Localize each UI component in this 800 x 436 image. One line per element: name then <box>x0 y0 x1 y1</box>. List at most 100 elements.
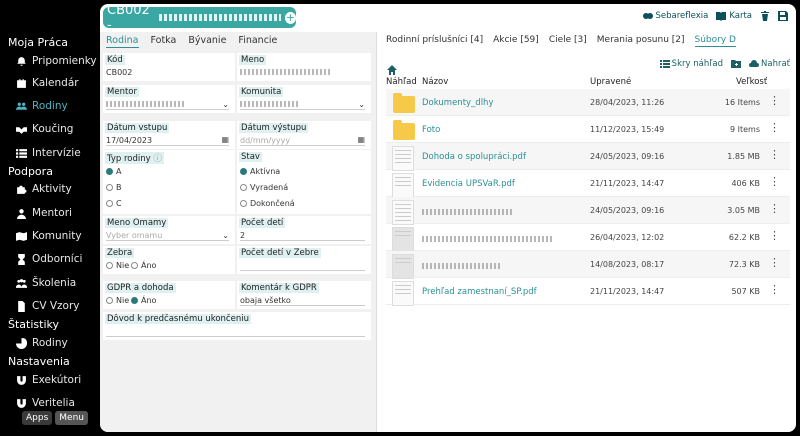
field-underline <box>240 145 365 146</box>
more-vert-icon[interactable]: ⋮ <box>769 122 780 133</box>
file-name[interactable]: Dokumenty_dlhy <box>422 98 493 108</box>
tab-rodina[interactable]: Rodina <box>106 35 139 48</box>
map-icon <box>16 231 27 241</box>
sidebar-item-exekutori[interactable]: Exekútori <box>16 374 81 386</box>
tab-byvanie[interactable]: Bývanie <box>188 35 226 48</box>
upload-button[interactable]: Nahrať <box>749 59 790 69</box>
more-vert-icon[interactable]: ⋮ <box>769 284 780 295</box>
sidebar-item-cv-vzory[interactable]: CV Vzory <box>16 300 80 312</box>
save-button[interactable] <box>778 11 788 21</box>
file-modified: 11/12/2023, 15:49 <box>590 125 665 134</box>
file-row[interactable]: Dokumenty_dlhy 28/04/2023, 11:26 16 Item… <box>386 89 790 116</box>
file-row[interactable]: Foto 11/12/2023, 15:49 9 Items ⋮ <box>386 116 790 143</box>
menu-button[interactable]: Menu <box>55 411 88 425</box>
gdpr-ano[interactable]: Áno <box>131 296 156 305</box>
col-upravene[interactable]: Upravené <box>590 77 631 87</box>
tab-subory[interactable]: Súbory D <box>694 35 736 47</box>
calendar-icon[interactable]: ▦ <box>221 135 229 144</box>
sidebar-item-aktivity[interactable]: Aktivity <box>16 183 72 195</box>
upload-label: Nahrať <box>761 59 790 69</box>
file-name-redacted[interactable] <box>422 208 512 218</box>
zebra-group: Zebra Nie Áno <box>103 246 235 274</box>
komentar-gdpr-field[interactable]: Komentár k GDPR obaja všetko <box>237 281 371 309</box>
file-row[interactable]: 24/05/2023, 09:16 3.05 MB ⋮ <box>386 197 790 225</box>
pdf-thumbnail <box>388 199 414 225</box>
gdpr-nie[interactable]: Nie <box>106 296 129 305</box>
col-velkost[interactable]: Veľkosť <box>736 77 767 87</box>
sidebar-item-intervizie[interactable]: Intervízie <box>16 147 81 159</box>
tab-akcie[interactable]: Akcie [59] <box>493 35 539 47</box>
file-name-redacted[interactable] <box>422 262 502 272</box>
pocet-deti-zebre-field[interactable]: Počet detí v Zebre <box>237 246 371 274</box>
tab-financie[interactable]: Financie <box>238 35 277 48</box>
sidebar-item-veritelia[interactable]: Veritelia <box>16 397 75 409</box>
datum-vystupu-field[interactable]: Dátum výstupu dd/mm/yyyy ▦ <box>237 121 371 149</box>
typ-rodiny-b[interactable]: B <box>106 183 122 192</box>
more-vert-icon[interactable]: ⋮ <box>769 203 780 214</box>
more-vert-icon[interactable]: ⋮ <box>769 95 780 106</box>
typ-rodiny-a[interactable]: A <box>106 167 121 176</box>
sidebar-item-pripomienky[interactable]: Pripomienky <box>16 55 97 67</box>
apps-button[interactable]: Apps <box>22 411 53 425</box>
save-icon <box>778 11 788 21</box>
sidebar-item-komunity[interactable]: Komunity <box>16 230 82 242</box>
users-icon <box>16 278 27 288</box>
sidebar-item-statistiky-rodiny[interactable]: Rodiny <box>16 337 68 349</box>
file-row[interactable]: Prehľad zamestnaní_SP.pdf 21/11/2023, 14… <box>386 278 790 306</box>
toggle-preview-button[interactable]: Skry náhľad <box>659 59 723 69</box>
file-row[interactable]: Evidencia UPSVaR.pdf 21/11/2023, 14:47 4… <box>386 170 790 198</box>
file-name-redacted[interactable] <box>422 235 552 245</box>
sidebar-item-odbornici[interactable]: Odborníci <box>16 253 82 265</box>
more-vert-icon[interactable]: ⋮ <box>769 176 780 187</box>
tab-fotka[interactable]: Fotka <box>151 35 177 48</box>
file-row[interactable]: Dohoda o spolupráci.pdf 24/05/2023, 09:1… <box>386 143 790 171</box>
zebra-ano[interactable]: Áno <box>131 261 156 270</box>
sebareflexia-button[interactable]: Sebareflexia <box>642 11 708 21</box>
stav-aktivna[interactable]: Aktívna <box>240 167 280 176</box>
sidebar-item-label: Aktivity <box>32 183 72 195</box>
home-icon[interactable] <box>387 60 397 75</box>
sidebar-item-label: Odborníci <box>32 253 83 265</box>
col-nahlad[interactable]: Náhľad <box>386 77 417 87</box>
zebra-nie[interactable]: Nie <box>106 261 129 270</box>
more-vert-icon[interactable]: ⋮ <box>769 257 780 268</box>
sidebar-item-rodiny[interactable]: Rodiny <box>16 100 68 112</box>
pocet-deti-field[interactable]: Počet detí 2 <box>237 216 371 244</box>
col-nazov[interactable]: Názov <box>422 77 448 87</box>
karta-button[interactable]: Karta <box>716 11 752 21</box>
stav-vyradena[interactable]: Vyradená <box>240 183 288 192</box>
stav-dokoncena[interactable]: Dokončená <box>240 199 295 208</box>
radio-dot <box>131 262 138 269</box>
delete-button[interactable] <box>760 11 770 21</box>
tab-merania-posunu[interactable]: Merania posunu [2] <box>597 35 685 47</box>
datum-vystupu-placeholder: dd/mm/yyyy <box>240 136 291 145</box>
tab-ciele[interactable]: Ciele [3] <box>549 35 587 47</box>
sidebar-item-kalendar[interactable]: Kalendár <box>16 77 79 89</box>
mentor-select[interactable]: Mentor ⌄ <box>103 85 235 113</box>
file-name[interactable]: Dohoda o spolupráci.pdf <box>422 152 526 162</box>
meno-omamy-select[interactable]: Meno Omamy Vyber omamu ⌄ <box>103 216 235 244</box>
file-name[interactable]: Foto <box>422 125 440 135</box>
datum-vstupu-field[interactable]: Dátum vstupu 17/04/2023 ▦ <box>103 121 235 149</box>
sidebar-item-mentori[interactable]: Mentori <box>16 207 72 219</box>
sidebar-item-skolenia[interactable]: Školenia <box>16 277 76 289</box>
sidebar-item-koucing[interactable]: Koučing <box>16 123 73 135</box>
new-folder-button[interactable] <box>731 59 741 69</box>
header-actions: Sebareflexia Karta <box>642 11 788 21</box>
calendar-icon[interactable]: ▦ <box>357 135 365 144</box>
magnet-icon <box>17 398 26 408</box>
meno-field[interactable]: Meno <box>237 53 371 81</box>
file-row[interactable]: 26/04/2023, 12:02 62.2 KB ⋮ <box>386 224 790 252</box>
file-name[interactable]: Evidencia UPSVaR.pdf <box>422 179 515 189</box>
tab-rodinni-prislusnici[interactable]: Rodinní príslušníci [4] <box>386 35 483 47</box>
brain-icon <box>642 13 653 19</box>
more-vert-icon[interactable]: ⋮ <box>769 149 780 160</box>
typ-rodiny-c[interactable]: C <box>106 199 122 208</box>
komunita-select[interactable]: Komunita ⌄ <box>237 85 371 113</box>
more-vert-icon[interactable]: ⋮ <box>769 230 780 241</box>
dovod-field[interactable]: Dôvod k predčasnému ukončeniu <box>103 312 371 340</box>
add-icon[interactable]: + <box>284 11 296 24</box>
kod-field[interactable]: Kód CB002 <box>103 53 235 81</box>
file-row[interactable]: 14/08/2023, 08:17 72.3 KB ⋮ <box>386 251 790 279</box>
file-name[interactable]: Prehľad zamestnaní_SP.pdf <box>422 287 537 297</box>
